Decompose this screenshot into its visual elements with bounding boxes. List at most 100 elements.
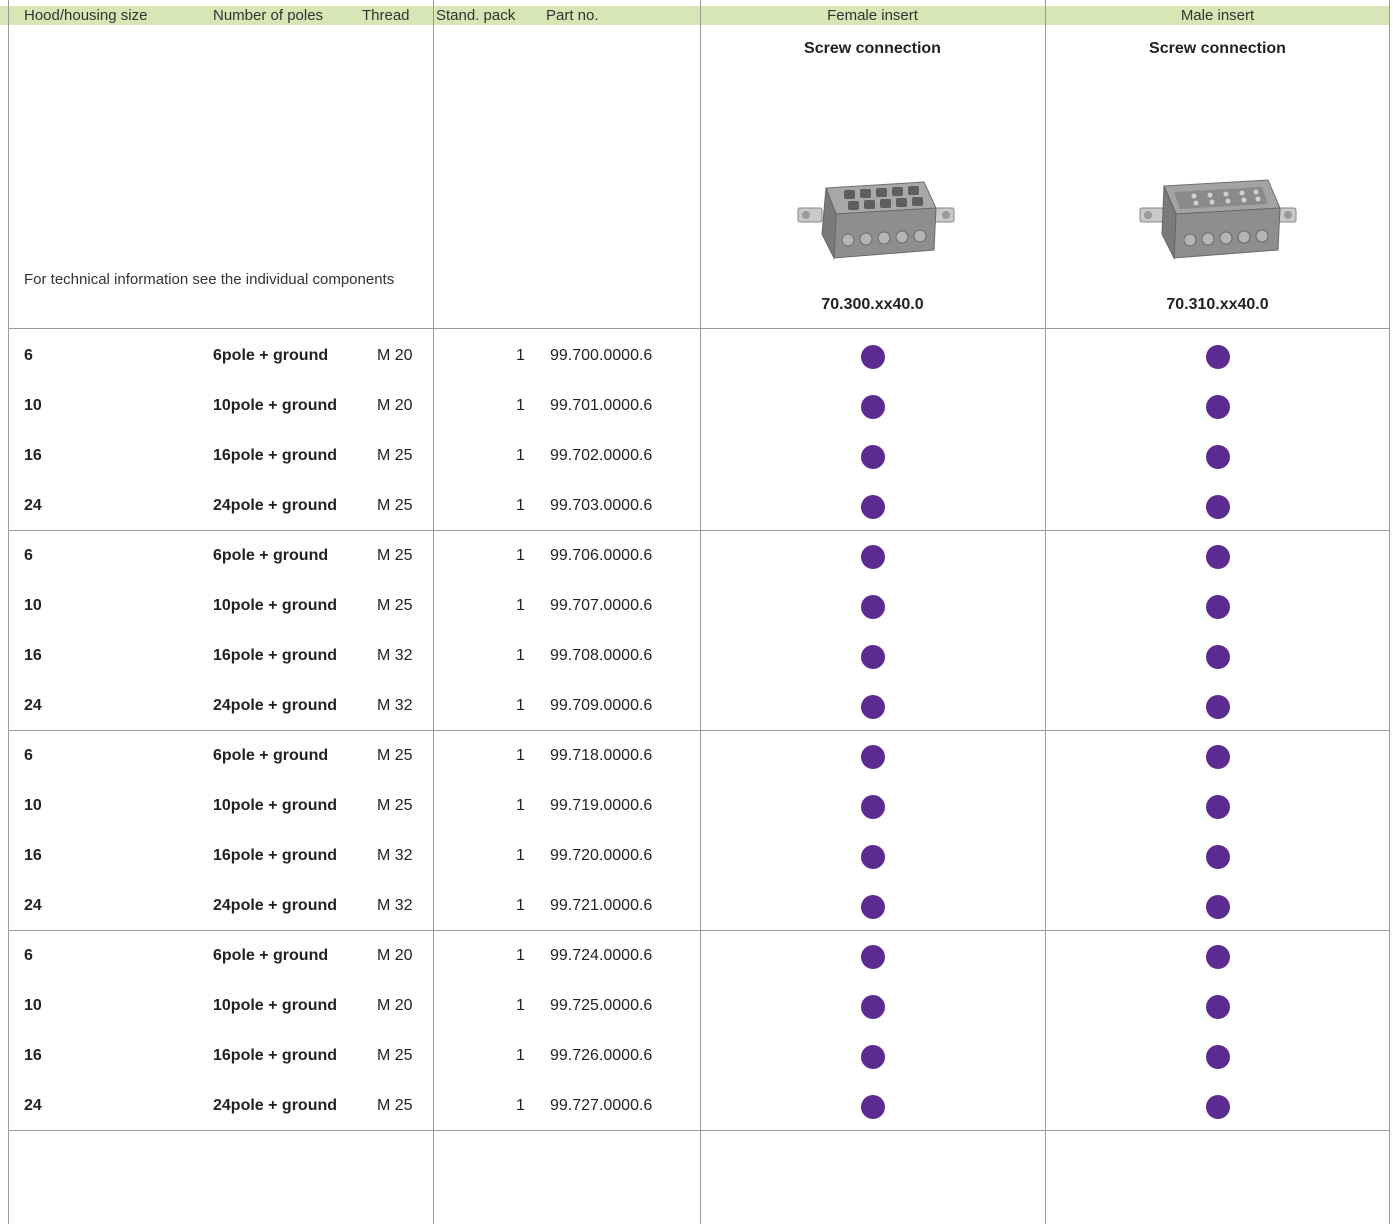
poles-cell: 24pole + ground [213, 497, 338, 514]
table-row: 6 6pole + ground M 20 1 99.700.0000.6 [0, 331, 1393, 381]
female-availability-dot [861, 745, 885, 769]
thread-cell: M 25 [377, 747, 413, 764]
table-row: 10 10pole + ground M 20 1 99.701.0000.6 [0, 381, 1393, 431]
thread-cell: M 20 [377, 397, 413, 414]
table-row: 10 10pole + ground M 25 1 99.719.0000.6 [0, 781, 1393, 831]
part-number-cell: 99.718.0000.6 [550, 747, 653, 764]
part-number-cell: 99.706.0000.6 [550, 547, 653, 564]
pack-cell: 1 [516, 647, 525, 664]
part-number-cell: 99.707.0000.6 [550, 597, 653, 614]
pack-cell: 1 [516, 997, 525, 1014]
male-connection-type: Screw connection [1149, 40, 1286, 57]
hood-size-cell: 24 [24, 697, 42, 714]
hood-size-cell: 6 [24, 547, 33, 564]
male-availability-dot [1206, 645, 1230, 669]
pack-cell: 1 [516, 597, 525, 614]
male-availability-dot [1206, 795, 1230, 819]
male-availability-dot [1206, 545, 1230, 569]
table-row: 6 6pole + ground M 25 1 99.718.0000.6 [0, 731, 1393, 781]
pack-cell: 1 [516, 447, 525, 464]
pack-cell: 1 [516, 747, 525, 764]
table-row: 16 16pole + ground M 32 1 99.720.0000.6 [0, 831, 1393, 881]
male-availability-dot [1206, 995, 1230, 1019]
thread-cell: M 32 [377, 647, 413, 664]
female-part-number: 70.300.xx40.0 [821, 296, 924, 313]
technical-info-note: For technical information see the indivi… [24, 271, 395, 288]
male-availability-dot [1206, 495, 1230, 519]
female-availability-dot [861, 545, 885, 569]
poles-cell: 16pole + ground [213, 647, 338, 664]
pack-cell: 1 [516, 897, 525, 914]
poles-cell: 6pole + ground [213, 347, 329, 364]
thread-cell: M 32 [377, 847, 413, 864]
male-availability-dot [1206, 945, 1230, 969]
thread-cell: M 20 [377, 947, 413, 964]
hood-size-cell: 6 [24, 747, 33, 764]
poles-cell: 10pole + ground [213, 797, 338, 814]
pack-cell: 1 [516, 397, 525, 414]
hood-size-cell: 6 [24, 347, 33, 364]
female-availability-dot [861, 1045, 885, 1069]
thread-cell: M 20 [377, 997, 413, 1014]
poles-cell: 24pole + ground [213, 1097, 338, 1114]
poles-cell: 10pole + ground [213, 597, 338, 614]
header-female-insert: Female insert [827, 7, 918, 24]
female-availability-dot [861, 595, 885, 619]
poles-cell: 6pole + ground [213, 747, 329, 764]
female-availability-dot [861, 1095, 885, 1119]
pack-cell: 1 [516, 697, 525, 714]
poles-cell: 16pole + ground [213, 1047, 338, 1064]
table-row: 24 24pole + ground M 32 1 99.709.0000.6 [0, 681, 1393, 731]
poles-cell: 6pole + ground [213, 547, 329, 564]
part-number-cell: 99.721.0000.6 [550, 897, 653, 914]
male-availability-dot [1206, 845, 1230, 869]
header-thread: Thread [362, 7, 410, 24]
male-availability-dot [1206, 595, 1230, 619]
female-availability-dot [861, 495, 885, 519]
thread-cell: M 25 [377, 1097, 413, 1114]
female-connection-type: Screw connection [804, 40, 941, 57]
table-row: 16 16pole + ground M 25 1 99.702.0000.6 [0, 431, 1393, 481]
female-availability-dot [861, 345, 885, 369]
table-row: 16 16pole + ground M 25 1 99.726.0000.6 [0, 1031, 1393, 1081]
hood-size-cell: 16 [24, 447, 42, 464]
male-availability-dot [1206, 695, 1230, 719]
group-divider [8, 328, 1390, 329]
header-number-of-poles: Number of poles [213, 7, 324, 24]
male-availability-dot [1206, 395, 1230, 419]
table-row: 16 16pole + ground M 32 1 99.708.0000.6 [0, 631, 1393, 681]
female-availability-dot [861, 645, 885, 669]
header-part-no: Part no. [546, 7, 599, 24]
hood-size-cell: 10 [24, 997, 42, 1014]
poles-cell: 16pole + ground [213, 447, 338, 464]
thread-cell: M 25 [377, 497, 413, 514]
part-number-cell: 99.727.0000.6 [550, 1097, 653, 1114]
part-number-cell: 99.720.0000.6 [550, 847, 653, 864]
hood-size-cell: 24 [24, 897, 42, 914]
table-row: 10 10pole + ground M 25 1 99.707.0000.6 [0, 581, 1393, 631]
part-number-cell: 99.719.0000.6 [550, 797, 653, 814]
table-row: 24 24pole + ground M 25 1 99.727.0000.6 [0, 1081, 1393, 1131]
male-availability-dot [1206, 1095, 1230, 1119]
poles-cell: 10pole + ground [213, 997, 338, 1014]
table-row: 6 6pole + ground M 20 1 99.724.0000.6 [0, 931, 1393, 981]
pack-cell: 1 [516, 1047, 525, 1064]
hood-size-cell: 10 [24, 397, 42, 414]
hood-size-cell: 24 [24, 497, 42, 514]
part-number-cell: 99.702.0000.6 [550, 447, 653, 464]
thread-cell: M 32 [377, 897, 413, 914]
header-male-insert: Male insert [1180, 7, 1255, 24]
table-row: 24 24pole + ground M 32 1 99.721.0000.6 [0, 881, 1393, 931]
thread-cell: M 20 [377, 347, 413, 364]
thread-cell: M 25 [377, 797, 413, 814]
hood-size-cell: 24 [24, 1097, 42, 1114]
poles-cell: 24pole + ground [213, 697, 338, 714]
female-insert-image [796, 168, 956, 283]
part-number-cell: 99.701.0000.6 [550, 397, 653, 414]
pack-cell: 1 [516, 847, 525, 864]
female-availability-dot [861, 945, 885, 969]
table-row: 10 10pole + ground M 20 1 99.725.0000.6 [0, 981, 1393, 1031]
table-row: 6 6pole + ground M 25 1 99.706.0000.6 [0, 531, 1393, 581]
part-number-cell: 99.726.0000.6 [550, 1047, 653, 1064]
pack-cell: 1 [516, 947, 525, 964]
